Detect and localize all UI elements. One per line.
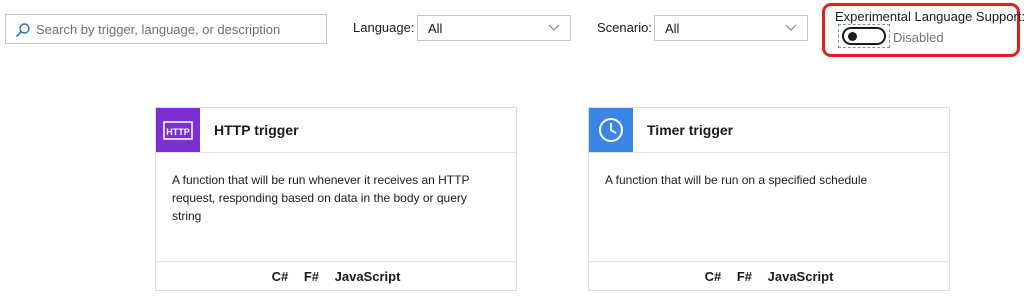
svg-text:HTTP: HTTP — [166, 127, 190, 137]
card-languages: C# F# JavaScript — [156, 261, 516, 291]
card-description: A function that will be run whenever it … — [172, 173, 470, 223]
toggle-switch — [842, 27, 886, 45]
language-selected-value: All — [428, 21, 443, 36]
card-title: Timer trigger — [647, 122, 734, 138]
http-icon: HTTP — [163, 121, 193, 140]
search-input[interactable] — [36, 15, 324, 43]
card-description: A function that will be run on a specifi… — [605, 173, 868, 187]
scenario-label: Scenario: — [597, 20, 652, 35]
scenario-select[interactable]: All — [654, 15, 808, 41]
toggle-knob — [848, 32, 857, 41]
language-tag: JavaScript — [334, 269, 401, 284]
chevron-down-icon — [785, 24, 797, 31]
card-header: HTTP HTTP trigger — [156, 108, 516, 153]
toggle-state-label: Disabled — [893, 30, 944, 45]
language-tag: JavaScript — [767, 269, 834, 284]
language-label: Language: — [353, 20, 415, 35]
card-title: HTTP trigger — [214, 122, 299, 138]
language-tag: F# — [736, 269, 753, 284]
chevron-down-icon — [548, 24, 560, 31]
card-tile — [589, 108, 633, 152]
search-box[interactable] — [5, 14, 327, 44]
language-tag: C# — [271, 269, 289, 284]
card-languages: C# F# JavaScript — [589, 261, 949, 291]
template-card-http-trigger[interactable]: HTTP HTTP trigger A function that will b… — [155, 107, 517, 291]
search-icon — [15, 23, 30, 38]
language-select[interactable]: All — [417, 15, 571, 41]
template-card-timer-trigger[interactable]: Timer trigger A function that will be ru… — [588, 107, 950, 291]
experimental-language-toggle[interactable] — [838, 24, 890, 48]
experimental-language-label: Experimental Language Support: — [835, 9, 1024, 24]
language-tag: C# — [704, 269, 722, 284]
language-tag: F# — [303, 269, 320, 284]
card-tile: HTTP — [156, 108, 200, 152]
clock-icon — [599, 118, 623, 142]
scenario-selected-value: All — [665, 21, 680, 36]
card-header: Timer trigger — [589, 108, 949, 153]
